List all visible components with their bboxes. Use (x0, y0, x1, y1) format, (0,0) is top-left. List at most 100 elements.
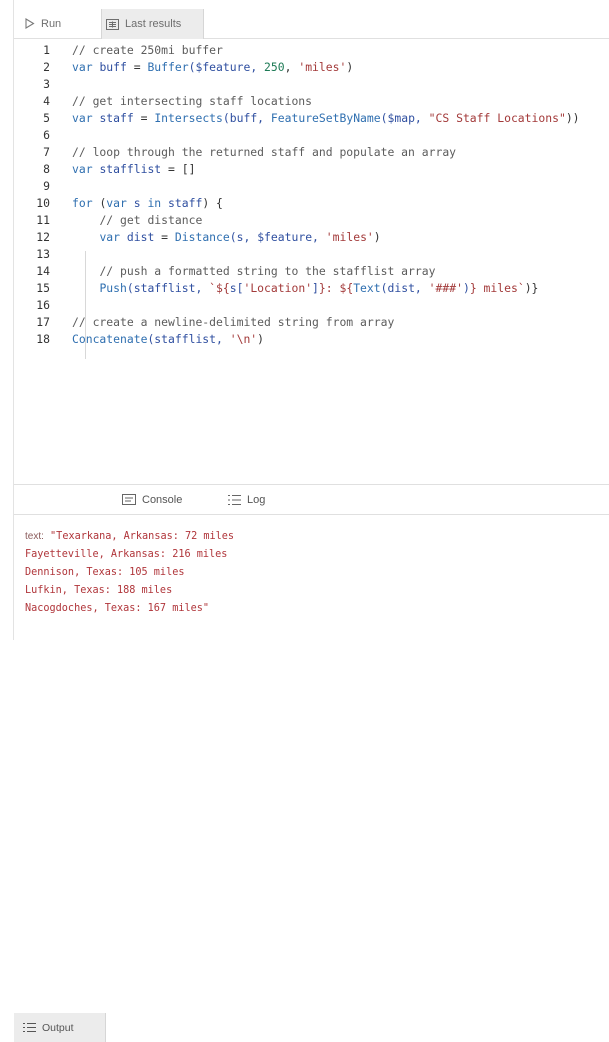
code-token: Buffer (147, 60, 189, 74)
code-line[interactable]: 8 var stafflist = [] (14, 161, 609, 178)
tab-last-results[interactable]: Last results (101, 9, 204, 39)
play-icon (24, 18, 35, 29)
code-line[interactable]: 5 var staff = Intersects(buff, FeatureSet… (14, 110, 609, 127)
code-token: // create a newline-delimited string fro… (72, 315, 395, 329)
line-number: 18 (36, 332, 50, 346)
code-token: // get distance (99, 213, 203, 227)
top-toolbar: Run Last results (14, 9, 609, 39)
code-token: staff (168, 196, 203, 210)
code-token: ) { (202, 196, 223, 210)
code-token: )) (565, 111, 580, 125)
code-line[interactable]: 14 // push a formatted string to the sta… (14, 263, 609, 280)
code-token: 'Location' (243, 281, 313, 295)
line-number: 11 (36, 213, 50, 227)
output-type-label: text: (25, 531, 44, 542)
output-line: Nacogdoches, Texas: 167 miles" (25, 600, 234, 618)
line-number: 10 (36, 196, 50, 210)
code-line[interactable]: 4 // get intersecting staff locations (14, 93, 609, 110)
line-number: 1 (43, 43, 50, 57)
line-number: 16 (36, 298, 50, 312)
code-token: , (284, 60, 299, 74)
code-token: staff (99, 111, 134, 125)
tab-log[interactable]: Log (228, 485, 265, 514)
code-token: // get intersecting staff locations (72, 94, 313, 108)
code-token: // create 250mi buffer (72, 43, 223, 57)
code-text: Concatenate(stafflist, '\n') (72, 331, 264, 348)
line-number: 6 (43, 128, 50, 142)
code-text: var stafflist = [] (72, 161, 195, 178)
code-line[interactable]: 3 (14, 76, 609, 93)
code-token: '###' (428, 281, 463, 295)
code-line[interactable]: 15 Push(stafflist, `${s['Location']}: ${… (14, 280, 609, 297)
code-line[interactable]: 9 (14, 178, 609, 195)
code-text: var dist = Distance(s, $feature, 'miles'… (72, 229, 380, 246)
code-token: Concatenate (72, 332, 148, 346)
code-token: = [] (161, 162, 196, 176)
console-icon (122, 494, 136, 505)
code-token: // push a formatted string to the staffl… (99, 264, 436, 278)
output-line: text: "Texarkana, Arkansas: 72 miles (25, 528, 234, 546)
code-token: Text (353, 281, 381, 295)
code-token: (stafflist, (126, 281, 210, 295)
code-token: 'miles' (298, 60, 347, 74)
results-table-icon (106, 18, 119, 30)
code-line[interactable]: 17 // create a newline-delimited string f… (14, 314, 609, 331)
code-token: = (126, 60, 148, 74)
code-token: )} (524, 281, 539, 295)
code-line[interactable]: 13 (14, 246, 609, 263)
code-line[interactable]: 10 for (var s in staff) { (14, 195, 609, 212)
code-token: `${ (209, 281, 230, 295)
line-number: 4 (43, 94, 50, 108)
output-list-icon (23, 1022, 36, 1033)
code-token: 250 (264, 60, 285, 74)
line-number: 8 (43, 162, 50, 176)
code-line[interactable]: 1 // create 250mi buffer (14, 42, 609, 59)
code-text: // get distance (72, 212, 202, 229)
code-token: "CS Staff Locations" (428, 111, 566, 125)
code-token: FeatureSetByName (270, 111, 381, 125)
output-value: "Texarkana, Arkansas: 72 miles (50, 531, 235, 542)
code-token: Push (99, 281, 127, 295)
code-line[interactable]: 7 // loop through the returned staff and … (14, 144, 609, 161)
code-text: // loop through the returned staff and p… (72, 144, 456, 161)
run-button[interactable]: Run (24, 9, 61, 38)
code-token: var (72, 111, 100, 125)
code-line[interactable]: 2 var buff = Buffer($feature, 250, 'miles… (14, 59, 609, 76)
code-text: var staff = Intersects(buff, FeatureSetB… (72, 110, 580, 127)
code-token: buff (99, 60, 127, 74)
output-value: Lufkin, Texas: 188 miles (25, 585, 173, 596)
code-text: var buff = Buffer($feature, 250, 'miles'… (72, 59, 353, 76)
code-line[interactable]: 6 (14, 127, 609, 144)
code-token: = (154, 230, 175, 244)
code-line[interactable]: 18 Concatenate(stafflist, '\n') (14, 331, 609, 348)
editor-frame: Run Last results 1 // create 250mi buffer… (13, 0, 609, 1042)
line-number: 13 (36, 247, 50, 261)
line-number: 9 (43, 179, 50, 193)
code-token: } miles` (469, 281, 525, 295)
output-line: Lufkin, Texas: 188 miles (25, 582, 234, 600)
code-token: }: ${ (318, 281, 354, 295)
code-token: ) (346, 60, 354, 74)
tab-console[interactable]: Console (122, 485, 182, 514)
code-token: in (147, 196, 169, 210)
code-token: (stafflist, (147, 332, 230, 346)
code-token: for (72, 196, 100, 210)
output-value: Nacogdoches, Texas: 167 miles" (25, 603, 210, 614)
line-number: 17 (36, 315, 50, 329)
code-token: (dist, (380, 281, 429, 295)
code-editor[interactable]: 1 // create 250mi buffer 2 var buff = Buffe… (14, 40, 609, 480)
code-token: var (72, 60, 100, 74)
line-number: 5 (43, 111, 50, 125)
code-line[interactable]: 16 (14, 297, 609, 314)
log-list-icon (228, 494, 241, 506)
tab-output[interactable]: Output (14, 1013, 106, 1042)
code-line[interactable]: 11 // get distance (14, 212, 609, 229)
output-value: Dennison, Texas: 105 miles (25, 567, 185, 578)
code-line[interactable]: 12 var dist = Distance(s, $feature, 'mil… (14, 229, 609, 246)
log-label: Log (247, 493, 266, 506)
output-value: Fayetteville, Arkansas: 216 miles (25, 549, 228, 560)
